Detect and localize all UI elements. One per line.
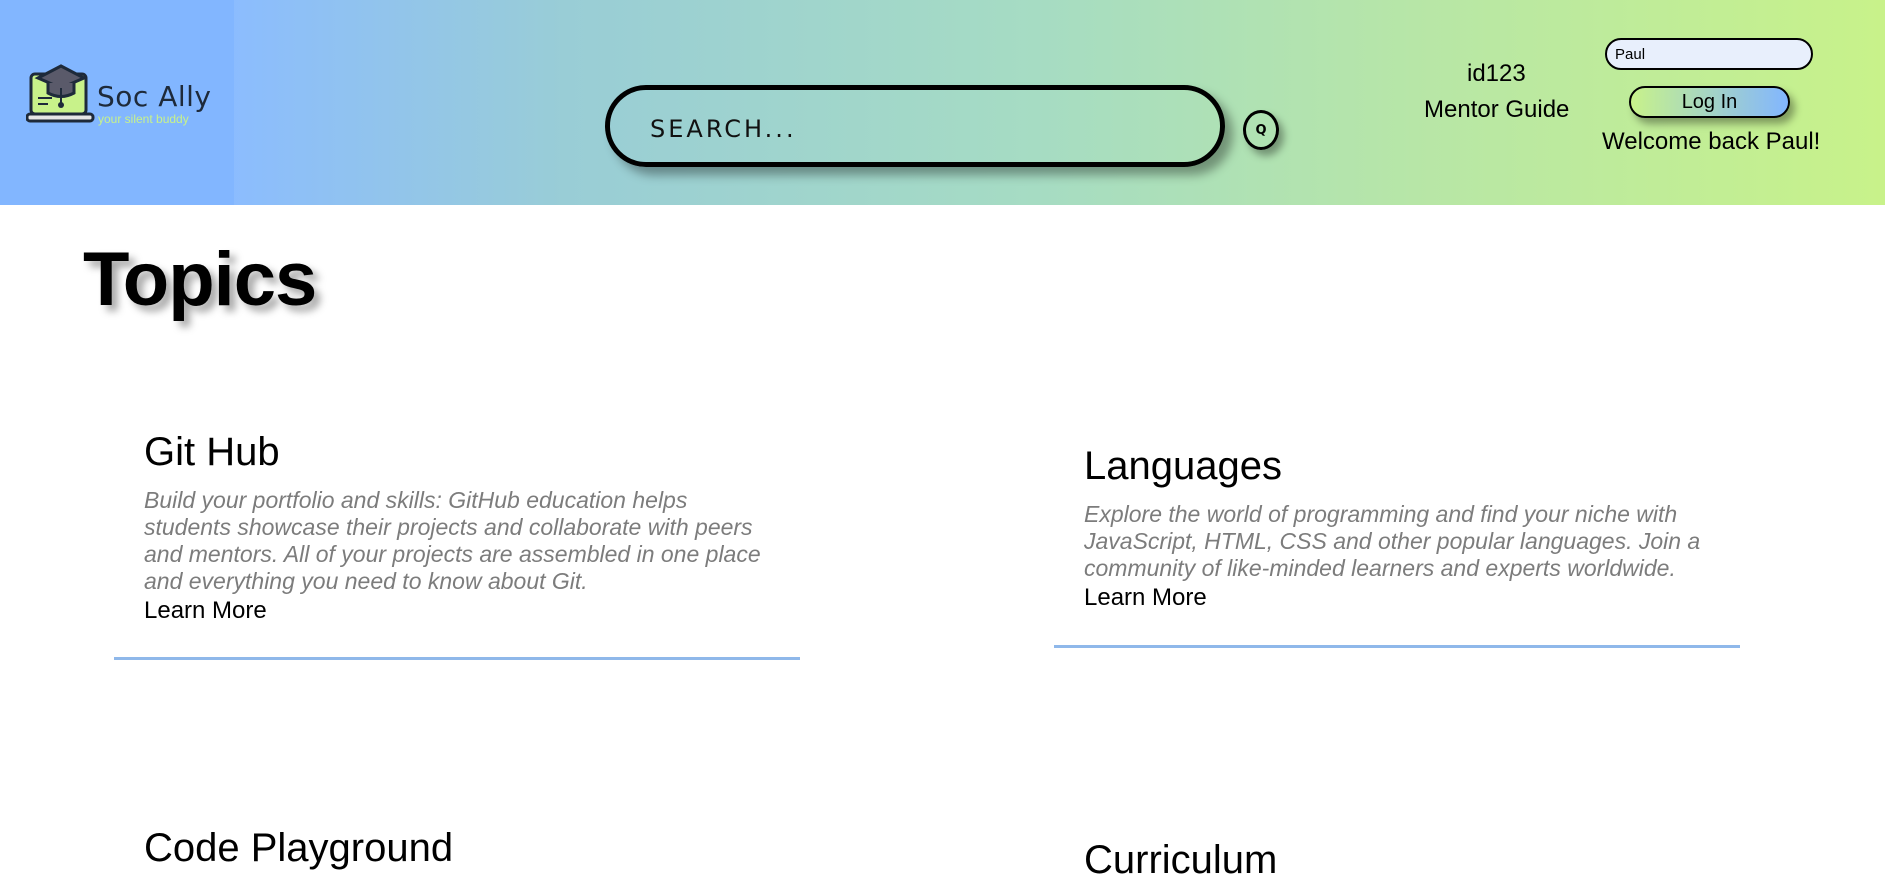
welcome-message: Welcome back Paul! bbox=[1602, 128, 1821, 155]
topic-title: Code Playground bbox=[144, 826, 454, 870]
page-title: Topics bbox=[83, 237, 317, 322]
topic-card-github: Git Hub Build your portfolio and skills:… bbox=[144, 430, 764, 625]
topic-title: Git Hub bbox=[144, 430, 280, 474]
top-header: Soc Ally your silent buddy Q id123 Mento… bbox=[0, 0, 1885, 205]
card-divider bbox=[1054, 645, 1740, 648]
learn-more-link[interactable]: Learn More bbox=[144, 597, 267, 625]
topic-title: Languages bbox=[1084, 444, 1282, 488]
learn-more-link[interactable]: Learn More bbox=[1084, 584, 1207, 612]
mentor-guide-link[interactable]: Mentor Guide bbox=[1424, 96, 1569, 124]
search-icon: Q bbox=[1255, 122, 1267, 138]
brand-name: Soc Ally bbox=[97, 80, 212, 113]
topic-description: Explore the world of programming and fin… bbox=[1084, 501, 1701, 581]
topic-title: Curriculum bbox=[1084, 838, 1278, 882]
brand-tagline: your silent buddy bbox=[98, 112, 189, 126]
search-button[interactable]: Q bbox=[1243, 110, 1279, 150]
graduation-cap-laptop-icon bbox=[26, 64, 95, 123]
search-input[interactable] bbox=[648, 110, 1192, 148]
logo-panel[interactable]: Soc Ally your silent buddy bbox=[0, 0, 234, 205]
topic-description: Build your portfolio and skills: GitHub … bbox=[144, 487, 761, 594]
user-id: id123 bbox=[1467, 60, 1526, 87]
topic-card-code-playground: Code Playground bbox=[144, 826, 453, 871]
login-button[interactable]: Log In bbox=[1629, 86, 1790, 118]
username-input[interactable] bbox=[1605, 38, 1813, 70]
topic-card-languages: Languages Explore the world of programmi… bbox=[1084, 444, 1704, 612]
search-box bbox=[605, 85, 1225, 167]
topic-card-curriculum: Curriculum bbox=[1084, 838, 1277, 883]
card-divider bbox=[114, 657, 800, 660]
